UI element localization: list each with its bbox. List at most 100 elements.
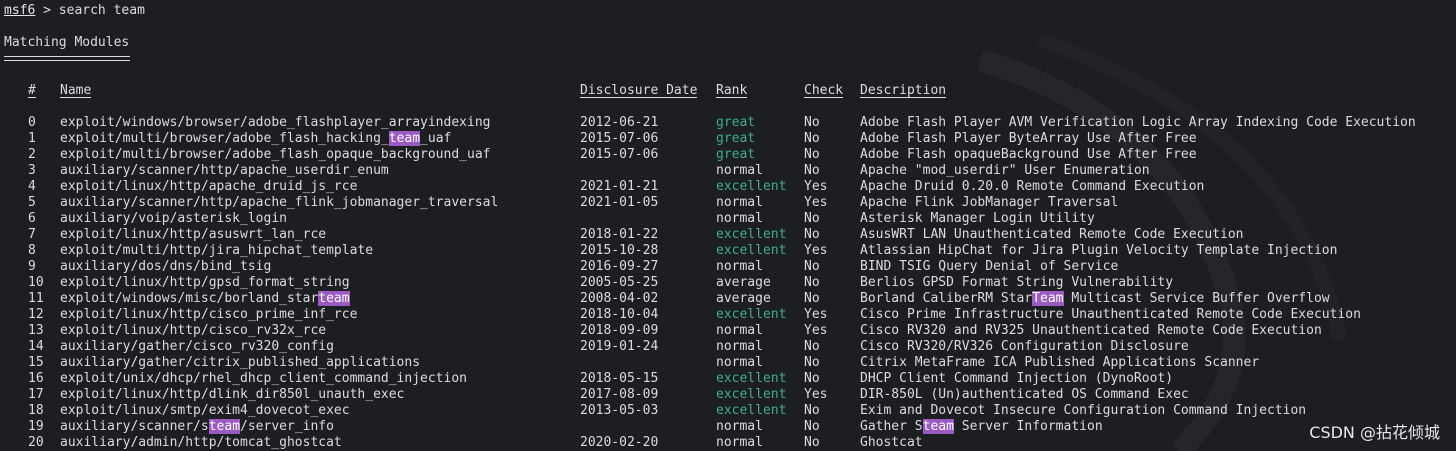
check-support: No — [804, 259, 820, 274]
search-match-highlight: team — [388, 131, 421, 146]
module-description: DIR-850L (Un)authenticated OS Command Ex… — [860, 387, 1189, 402]
check-support: Yes — [804, 195, 828, 210]
check-support: No — [804, 355, 820, 370]
module-name: exploit/multi/http/jira_hipchat_template — [60, 243, 374, 258]
check-support: Yes — [804, 387, 828, 402]
prompt-separator: > — [35, 3, 59, 18]
row-number: 18 — [28, 403, 44, 418]
table-row: 0 exploit/windows/browser/adobe_flashplay… — [0, 115, 1456, 131]
module-description: Citrix MetaFrame ICA Published Applicati… — [860, 355, 1260, 370]
table-row: 5 auxiliary/scanner/http/apache_flink_job… — [0, 195, 1456, 211]
module-description: Borland CaliberRM StarTeam Multicast Ser… — [860, 291, 1330, 306]
module-rank: average — [716, 275, 771, 290]
module-rank: normal — [716, 339, 763, 354]
module-description: Exim and Dovecot Insecure Configuration … — [860, 403, 1307, 418]
module-description: Cisco Prime Infrastructure Unauthenticat… — [860, 307, 1361, 322]
table-row: 4 exploit/linux/http/apache_druid_js_rce 2… — [0, 179, 1456, 195]
module-description: Atlassian HipChat for Jira Plugin Veloci… — [860, 243, 1338, 258]
module-name: auxiliary/admin/http/tomcat_ghostcat — [60, 435, 342, 450]
table-row: 6 auxiliary/voip/asterisk_login normal No As… — [0, 211, 1456, 227]
row-number: 4 — [28, 179, 36, 194]
module-rank: great — [716, 115, 756, 130]
section-title: Matching Modules — [4, 35, 130, 50]
table-row: 15 auxiliary/gather/citrix_published_appl… — [0, 355, 1456, 371]
prompt-command: search team — [58, 3, 145, 18]
table-row: 11 exploit/windows/misc/borland_starteam 2… — [0, 291, 1456, 307]
check-support: No — [804, 291, 820, 306]
row-number: 7 — [28, 227, 36, 242]
table-row: 14 auxiliary/gather/cisco_rv320_config 201… — [0, 339, 1456, 355]
disclosure-date: 2018-09-09 — [580, 323, 659, 338]
row-number: 12 — [28, 307, 44, 322]
row-number: 5 — [28, 195, 36, 210]
row-number: 17 — [28, 387, 44, 402]
disclosure-date: 2021-01-21 — [580, 179, 659, 194]
command-prompt: msf6 > search team — [4, 3, 145, 19]
check-support: No — [804, 227, 820, 242]
check-support: Yes — [804, 243, 828, 258]
row-number: 16 — [28, 371, 44, 386]
row-number: 0 — [28, 115, 36, 130]
module-rank: great — [716, 147, 756, 162]
row-number: 8 — [28, 243, 36, 258]
terminal-window[interactable]: msf6 > search team Matching Modules # Na… — [0, 0, 1456, 451]
disclosure-date: 2008-04-02 — [580, 291, 659, 306]
search-match-highlight: team — [922, 419, 954, 434]
module-description: Apache "mod_userdir" User Enumeration — [860, 163, 1150, 178]
module-rank: excellent — [716, 403, 787, 418]
search-match-highlight: team — [318, 291, 350, 306]
row-number: 2 — [28, 147, 36, 162]
table-row: 20 auxiliary/admin/http/tomcat_ghostcat 20… — [0, 435, 1456, 451]
module-name: exploit/multi/browser/adobe_flash_hackin… — [60, 131, 452, 146]
disclosure-date: 2018-01-22 — [580, 227, 659, 242]
module-description: BIND TSIG Query Denial of Service — [860, 259, 1119, 274]
check-support: Yes — [804, 323, 828, 338]
check-support: No — [804, 435, 820, 450]
table-row: 13 exploit/linux/http/cisco_rv32x_rce 2018… — [0, 323, 1456, 339]
module-description: Apache Druid 0.20.0 Remote Command Execu… — [860, 179, 1205, 194]
module-rank: average — [716, 291, 771, 306]
module-description: Cisco RV320/RV326 Configuration Disclosu… — [860, 339, 1189, 354]
row-number: 15 — [28, 355, 44, 370]
disclosure-date: 2017-08-09 — [580, 387, 659, 402]
search-match-highlight: Team — [1032, 291, 1064, 306]
check-support: No — [804, 275, 820, 290]
table-row: 9 auxiliary/dos/dns/bind_tsig 2016-09-27 no… — [0, 259, 1456, 275]
disclosure-date: 2019-01-24 — [580, 339, 659, 354]
module-rank: great — [716, 131, 756, 146]
module-rank: excellent — [716, 371, 787, 386]
table-row: 18 exploit/linux/smtp/exim4_dovecot_exec 2… — [0, 403, 1456, 419]
module-rank: excellent — [716, 179, 787, 194]
table-row: 17 exploit/linux/http/dlink_dir850l_unaut… — [0, 387, 1456, 403]
module-rank: normal — [716, 419, 763, 434]
row-number: 9 — [28, 259, 36, 274]
module-description: Apache Flink JobManager Traversal — [860, 195, 1119, 210]
module-name: exploit/linux/smtp/exim4_dovecot_exec — [60, 403, 350, 418]
module-rank: normal — [716, 323, 763, 338]
module-name: exploit/linux/http/apache_druid_js_rce — [60, 179, 358, 194]
check-support: No — [804, 163, 820, 178]
csdn-watermark: CSDN @拈花倾城 — [1309, 423, 1440, 442]
module-name: auxiliary/scanner/http/apache_flink_jobm… — [60, 195, 499, 210]
table-row: 3 auxiliary/scanner/http/apache_userdir_e… — [0, 163, 1456, 179]
module-rank: normal — [716, 435, 763, 450]
module-rank: excellent — [716, 243, 787, 258]
disclosure-date: 2015-07-06 — [580, 147, 659, 162]
check-support: No — [804, 115, 820, 130]
check-support: No — [804, 419, 820, 434]
table-row: 1 exploit/multi/browser/adobe_flash_hacki… — [0, 131, 1456, 147]
row-number: 10 — [28, 275, 44, 290]
table-row: 19 auxiliary/scanner/steam/server_info nor… — [0, 419, 1456, 435]
disclosure-date: 2005-05-25 — [580, 275, 659, 290]
header-name: Name — [60, 83, 92, 98]
row-number: 1 — [28, 131, 36, 146]
module-description: Ghostcat — [860, 435, 923, 450]
disclosure-date: 2020-02-20 — [580, 435, 659, 450]
table-header: # Name Disclosure Date Rank Check Descri… — [0, 83, 1456, 99]
module-name: auxiliary/gather/cisco_rv320_config — [60, 339, 334, 354]
disclosure-date: 2021-01-05 — [580, 195, 659, 210]
module-description: DHCP Client Command Injection (DynoRoot) — [860, 371, 1174, 386]
module-rank: excellent — [716, 307, 787, 322]
check-support: No — [804, 371, 820, 386]
module-name: exploit/linux/http/asuswrt_lan_rce — [60, 227, 327, 242]
